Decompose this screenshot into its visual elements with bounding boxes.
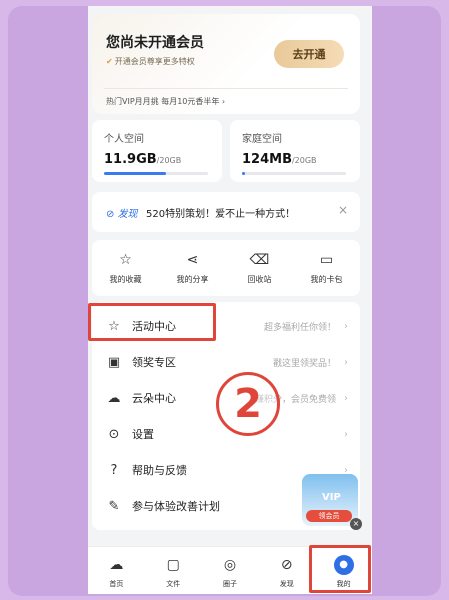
menu-label: 云朵中心: [132, 392, 176, 405]
menu-hint: 戳这里领奖品！: [272, 358, 336, 369]
vip-card: 您尚未开通会员 ✔ 开通会员尊享更多特权 去开通 热门VIP月月挑 每月10元香半…: [92, 14, 360, 114]
personal-space-used: 11.9GB: [104, 152, 157, 167]
personal-space-usage: 11.9GB/20GB: [104, 152, 181, 167]
star-icon: ☆: [119, 252, 132, 268]
quick-item-favorites[interactable]: ☆ 我的收藏: [92, 240, 159, 296]
nav-label: 发现: [279, 580, 294, 588]
chevron-right-icon: ›: [344, 392, 348, 404]
menu-label: 领奖专区: [132, 356, 176, 369]
open-vip-button[interactable]: 去开通: [274, 40, 344, 68]
nav-item-circle[interactable]: ◎ 圈子: [202, 547, 259, 594]
personal-space-bar-fill: [104, 172, 166, 175]
chevron-right-icon: ›: [344, 356, 348, 368]
vip-subtitle-text: 开通会员尊享更多特权: [114, 57, 195, 66]
feedback-icon: ✎: [108, 498, 120, 514]
vip-title: 您尚未开通会员: [106, 35, 204, 51]
quick-item-card-wallet[interactable]: ▭ 我的卡包: [293, 240, 360, 296]
menu-label: 参与体验改善计划: [132, 500, 220, 513]
phone-screen: 您尚未开通会员 ✔ 开通会员尊享更多特权 去开通 热门VIP月月挑 每月10元香半…: [88, 6, 372, 594]
notice-banner[interactable]: ⊘ 发现 520特别策划！爱不止一种方式！ ×: [92, 192, 360, 232]
family-space-label: 家庭空间: [242, 134, 282, 145]
vip-badge-label: 领会员: [306, 510, 352, 522]
personal-space-total: /20GB: [156, 156, 182, 165]
quick-item-recycle-bin[interactable]: ⌫ 回收站: [226, 240, 293, 296]
close-icon[interactable]: ×: [338, 203, 348, 217]
chevron-right-icon: ›: [344, 428, 348, 440]
folder-icon: ▢: [166, 557, 180, 573]
menu-label: 设置: [132, 428, 154, 441]
personal-space-card[interactable]: 个人空间 11.9GB/20GB: [92, 120, 222, 182]
menu-item-rewards[interactable]: ▣ 领奖专区 戳这里领奖品！ ›: [92, 344, 360, 380]
highlight-annotation: [309, 545, 371, 593]
quick-label: 我的收藏: [109, 275, 142, 284]
nav-label: 圈子: [222, 580, 237, 588]
family-space-bar: [242, 172, 346, 175]
nav-item-home[interactable]: ☁ 首页: [88, 547, 145, 594]
highlight-annotation: [88, 303, 216, 341]
menu-label: 帮助与反馈: [132, 464, 187, 477]
vip-subtitle: ✔ 开通会员尊享更多特权: [106, 56, 195, 67]
gift-icon: ▣: [107, 354, 121, 370]
vip-floating-badge[interactable]: VIP 领会员 ×: [302, 474, 362, 530]
settings-icon: ⊙: [108, 426, 120, 442]
home-icon: ☁: [109, 557, 124, 573]
chevron-right-icon: ›: [344, 320, 348, 332]
wallet-icon: ▭: [319, 252, 334, 268]
family-space-usage: 124MB/20GB: [242, 152, 317, 167]
quick-item-shares[interactable]: ⋖ 我的分享: [159, 240, 226, 296]
menu-hint: 超多福利任你领！: [263, 322, 336, 333]
help-icon: ?: [110, 462, 118, 478]
notice-tag-text: 发现: [117, 209, 138, 220]
personal-space-label: 个人空间: [104, 134, 144, 145]
nav-label: 文件: [166, 580, 181, 588]
close-icon[interactable]: ×: [350, 518, 362, 530]
nav-item-discover[interactable]: ⊘ 发现: [258, 547, 315, 594]
personal-space-bar: [104, 172, 208, 175]
step-number-annotation: 2: [216, 372, 280, 436]
planet-icon: ◎: [223, 557, 237, 573]
vip-badge-text: VIP: [322, 492, 341, 503]
notice-tag: ⊘ 发现: [106, 209, 138, 220]
trash-icon: ⌫: [249, 252, 270, 268]
quick-actions: ☆ 我的收藏 ⋖ 我的分享 ⌫ 回收站 ▭ 我的卡包: [92, 240, 360, 296]
family-space-bar-fill: [242, 172, 246, 175]
share-icon: ⋖: [186, 252, 199, 268]
family-space-card[interactable]: 家庭空间 124MB/20GB: [230, 120, 360, 182]
cloud-icon: ☁: [107, 390, 121, 406]
family-space-total: /20GB: [291, 156, 317, 165]
quick-label: 回收站: [247, 275, 272, 284]
nav-item-files[interactable]: ▢ 文件: [145, 547, 202, 594]
crown-icon: ✔: [106, 57, 113, 66]
compass-icon: ⊘: [280, 557, 293, 573]
notice-text: 520特别策划！爱不止一种方式！: [146, 209, 296, 220]
family-space-used: 124MB: [242, 152, 292, 167]
nav-label: 首页: [109, 580, 124, 588]
divider: [104, 88, 348, 89]
vip-promo-link[interactable]: 热门VIP月月挑 每月10元香半年 ›: [106, 96, 225, 107]
quick-label: 我的卡包: [310, 275, 343, 284]
quick-label: 我的分享: [176, 275, 209, 284]
